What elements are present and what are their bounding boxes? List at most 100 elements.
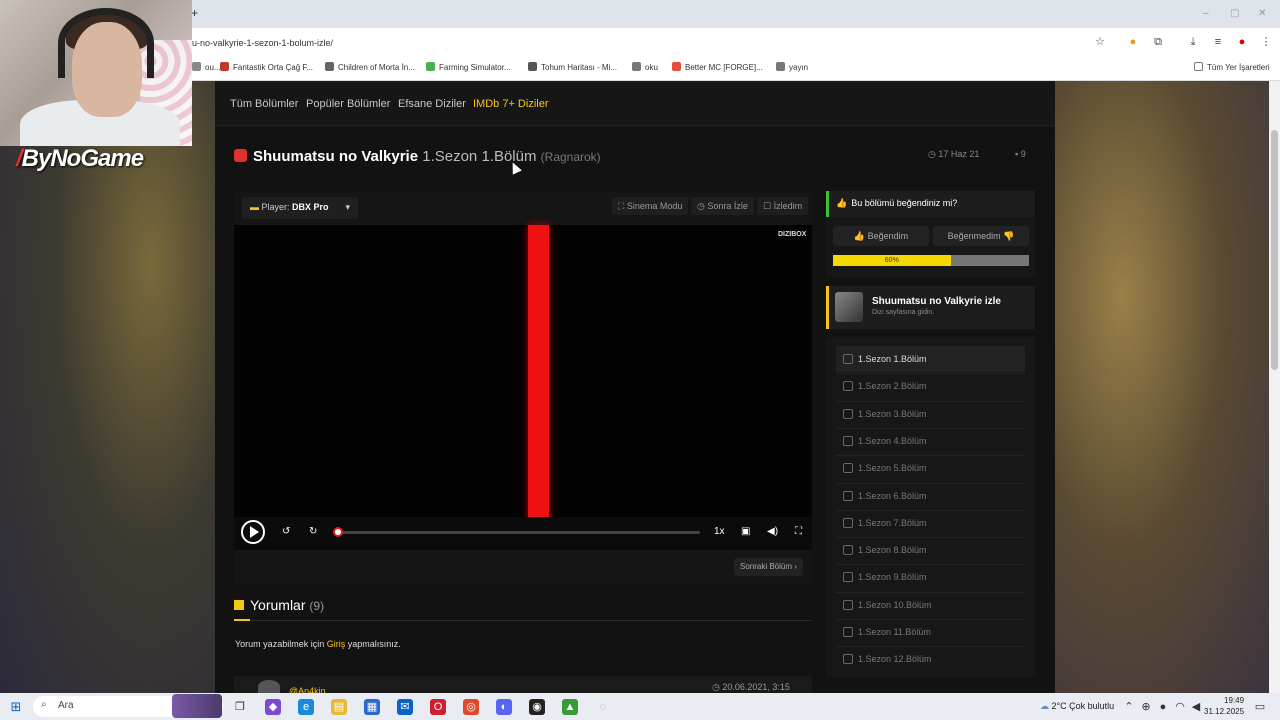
mic-icon[interactable]: ● (1155, 699, 1171, 715)
bookmark-item[interactable]: Better MC [FORGE]... (672, 62, 763, 72)
episode-list-item[interactable]: 1.Sezon 5.Bölüm (836, 455, 1025, 481)
checkbox-icon[interactable] (843, 490, 853, 501)
bookmark-item[interactable]: Children of Morta İn... (325, 62, 415, 72)
new-tab-icon[interactable]: + (191, 6, 198, 20)
episode-list-item[interactable]: 1.Sezon 7.Bölüm (836, 510, 1025, 536)
minimize-icon[interactable]: – (1203, 8, 1209, 19)
series-card-title[interactable]: Shuumatsu no Valkyrie izle (872, 296, 1001, 307)
bookmark-item[interactable]: Farming Simulator... (426, 62, 511, 72)
close-icon[interactable]: ✕ (1258, 8, 1266, 19)
episode-list-item[interactable]: 1.Sezon 2.Bölüm (836, 373, 1025, 399)
episode-list-item[interactable]: 1.Sezon 1.Bölüm (836, 346, 1025, 372)
notification-icon[interactable]: ▭ (1252, 699, 1268, 715)
player-select[interactable]: ▬ Player: DBX Pro ▾ (242, 197, 358, 219)
watch-later-button[interactable]: ◷ Sonra İzle (691, 197, 754, 215)
fullscreen-icon[interactable]: ⛶ (795, 526, 802, 537)
thumbs-down-icon: 👎 (1003, 231, 1015, 241)
nav-legendary-series[interactable]: Efsane Diziler (398, 98, 466, 110)
weather-widget[interactable]: ☁ 2°C Çok bulutlu (1040, 701, 1114, 712)
checkbox-icon[interactable] (843, 545, 853, 556)
bookmark-item[interactable]: ou... (192, 62, 221, 72)
watched-button[interactable]: ☐ İzledim (757, 197, 809, 215)
checkbox-icon[interactable] (843, 354, 853, 364)
start-icon[interactable]: ⊞ (8, 699, 24, 715)
checkbox-icon[interactable] (843, 627, 853, 637)
chrome-icon[interactable]: ◎ (463, 699, 479, 715)
edge-icon[interactable]: e (298, 699, 314, 715)
profile-icon[interactable]: ● (1236, 36, 1248, 48)
rating-progress-fill: 60% (833, 255, 951, 266)
scrollbar-thumb[interactable] (1271, 130, 1278, 370)
speed-button[interactable]: 1x (714, 526, 725, 537)
checkbox-icon[interactable] (843, 381, 853, 392)
maximize-icon[interactable]: ▢ (1230, 8, 1239, 19)
search-icon: ⌕ (41, 699, 47, 710)
file-explorer-icon[interactable]: ▤ (331, 699, 347, 715)
url-text[interactable]: u-no-valkyrie-1-sezon-1-bolum-izle/ (192, 38, 333, 48)
puzzle-icon[interactable]: ⧉ (1152, 36, 1164, 48)
media-icon[interactable]: ≡ (1212, 36, 1224, 48)
extension-icon[interactable]: ● (1127, 36, 1139, 48)
star-icon[interactable]: ☆ (1094, 36, 1106, 48)
bookmark-item[interactable]: yayın (776, 62, 808, 72)
taskbar-clock[interactable]: 19:49 31.12.2025 (1204, 695, 1244, 717)
speaker-icon[interactable]: ◀ (1188, 699, 1204, 715)
seek-handle[interactable] (333, 527, 343, 537)
episode-list-item[interactable]: 1.Sezon 4.Bölüm (836, 428, 1025, 454)
episode-list-item[interactable]: 1.Sezon 8.Bölüm (836, 537, 1025, 563)
bookmark-item[interactable]: oku (632, 62, 658, 72)
bookmark-icon (325, 62, 334, 71)
episode-list-item[interactable]: 1.Sezon 10.Bölüm (836, 592, 1025, 618)
episode-list-item[interactable]: 1.Sezon 9.Bölüm (836, 564, 1025, 590)
network-icon[interactable]: ⊕ (1138, 699, 1154, 715)
episode-list-item[interactable]: 1.Sezon 12.Bölüm (836, 646, 1025, 672)
checkbox-icon[interactable] (843, 654, 853, 665)
checkbox-icon[interactable] (843, 517, 853, 528)
download-icon[interactable]: ⤓ (1187, 36, 1199, 48)
task-view-icon[interactable]: ❐ (232, 699, 248, 715)
episode-list-item[interactable]: 1.Sezon 6.Bölüm (836, 483, 1025, 509)
discord-icon[interactable]: ◐ (496, 699, 512, 715)
episode-comment-count[interactable]: ▪ 9 (1015, 149, 1026, 159)
login-link[interactable]: Giriş (327, 639, 346, 649)
forward-10-icon[interactable]: ↻ (309, 526, 317, 537)
checkbox-icon[interactable] (843, 435, 853, 446)
cinema-mode-button[interactable]: ⛶ Sinema Modu (612, 197, 689, 215)
nav-all-episodes[interactable]: Tüm Bölümler (230, 98, 298, 110)
player-footer (234, 550, 812, 583)
play-icon[interactable] (241, 520, 265, 544)
copilot-icon[interactable]: ◆ (265, 699, 281, 715)
comment-icon (234, 600, 244, 610)
checkbox-icon[interactable] (843, 599, 853, 610)
bookmark-icon (192, 62, 201, 71)
checkbox-icon[interactable] (843, 572, 853, 583)
series-thumbnail[interactable] (835, 292, 863, 322)
rewind-10-icon[interactable]: ↺ (282, 526, 290, 537)
tray-chevron-icon[interactable]: ⌃ (1121, 699, 1137, 715)
store-icon[interactable]: ▦ (364, 699, 380, 715)
seek-bar[interactable] (338, 531, 700, 534)
episode-list-item[interactable]: 1.Sezon 11.Bölüm (836, 619, 1025, 645)
wifi-icon[interactable]: ◠ (1172, 699, 1188, 715)
nav-popular-episodes[interactable]: Popüler Bölümler (306, 98, 390, 110)
next-episode-button[interactable]: Sonraki Bölüm › (734, 558, 803, 576)
app-icon[interactable]: ◌ (595, 699, 611, 715)
subtitles-icon[interactable]: ▣ (741, 526, 750, 537)
all-bookmarks[interactable]: Tüm Yer İşaretleri (1194, 62, 1270, 72)
video-area[interactable] (234, 225, 812, 517)
bookmark-item[interactable]: Fantastik Orta Çağ F... (220, 62, 313, 72)
checkbox-icon[interactable] (843, 408, 853, 419)
checkbox-icon[interactable] (843, 463, 853, 474)
episode-list-item[interactable]: 1.Sezon 3.Bölüm (836, 401, 1025, 427)
opera-icon[interactable]: O (430, 699, 446, 715)
comments-heading: Yorumlar (9) (234, 597, 324, 613)
bookmark-item[interactable]: Tohum Haritası - Mi... (528, 62, 617, 72)
nav-imdb-7-series[interactable]: IMDb 7+ Diziler (473, 98, 549, 110)
mail-icon[interactable]: ✉ (397, 699, 413, 715)
obs-icon[interactable]: ◉ (529, 699, 545, 715)
dislike-button[interactable]: Beğenmedim 👎 (933, 226, 1029, 246)
volume-icon[interactable]: ◀) (767, 526, 778, 537)
minecraft-icon[interactable]: ▲ (562, 699, 578, 715)
menu-dots-icon[interactable]: ⋮ (1260, 36, 1272, 48)
like-button[interactable]: 👍 Beğendim (833, 226, 929, 246)
